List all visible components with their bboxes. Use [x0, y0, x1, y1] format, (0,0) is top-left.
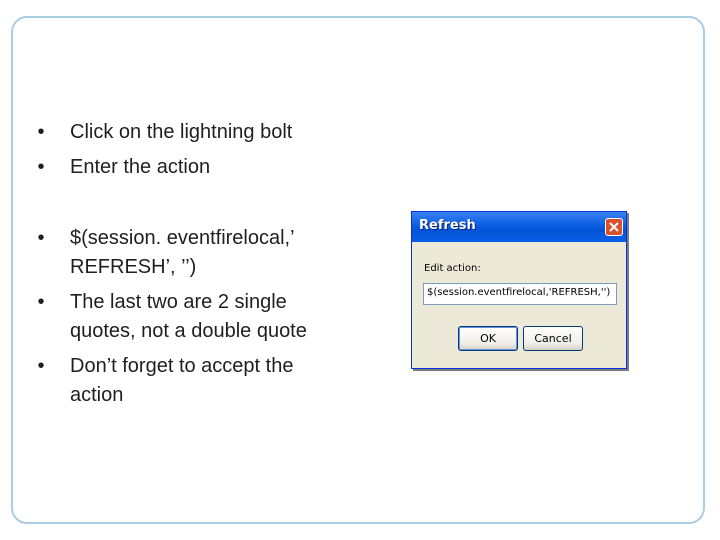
cancel-button[interactable]: Cancel	[523, 326, 583, 351]
bullet-dot: •	[37, 121, 45, 143]
bullet-item: • The last two are 2 single quotes, not a…	[0, 288, 340, 346]
bullet-text: Don’t forget to accept the action	[70, 355, 294, 406]
bullet-dot: •	[37, 156, 45, 178]
bullet-dot: •	[37, 227, 45, 249]
bullet-list-top: • Click on the lightning bolt • Enter the …	[0, 118, 340, 188]
bullet-text: Click on the lightning bolt	[70, 121, 293, 143]
bullet-text: $(session. eventfirelocal,’ REFRESH’, ’’…	[70, 227, 294, 278]
edit-action-label: Edit action:	[424, 263, 481, 274]
close-icon	[609, 222, 619, 232]
close-button[interactable]	[605, 218, 623, 236]
action-input[interactable]: $(session.eventfirelocal,'REFRESH,'')	[423, 283, 617, 305]
bullet-list-bottom: • $(session. eventfirelocal,’ REFRESH’, ’…	[0, 224, 340, 416]
ok-button[interactable]: OK	[458, 326, 518, 351]
bullet-item: • Don’t forget to accept the action	[0, 352, 340, 410]
bullet-dot: •	[37, 355, 45, 377]
bullet-dot: •	[37, 291, 45, 313]
dialog-title: Refresh	[419, 218, 476, 233]
refresh-dialog: Refresh Edit action: $(session.eventfire…	[411, 211, 627, 369]
bullet-item: • $(session. eventfirelocal,’ REFRESH’, ’…	[0, 224, 340, 282]
bullet-text: Enter the action	[70, 156, 211, 178]
dialog-titlebar[interactable]: Refresh	[412, 212, 626, 242]
bullet-item: • Enter the action	[0, 153, 340, 182]
bullet-text: The last two are 2 single quotes, not a …	[70, 291, 307, 342]
bullet-item: • Click on the lightning bolt	[0, 118, 340, 147]
